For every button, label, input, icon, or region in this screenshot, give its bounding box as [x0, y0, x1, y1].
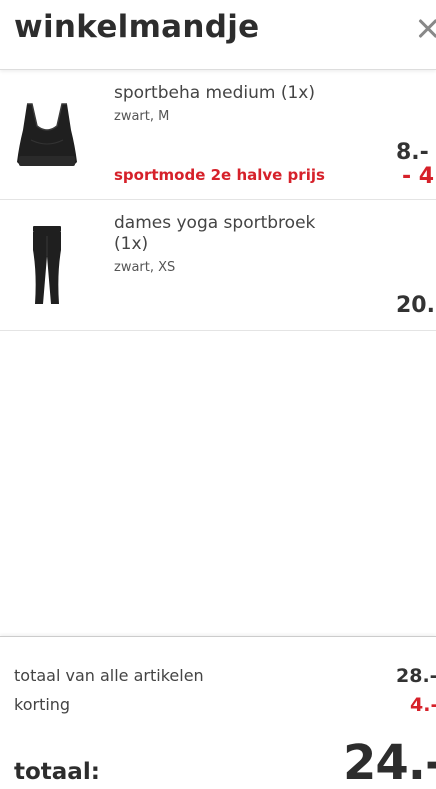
total-value: 24.-: [343, 735, 436, 789]
cart-item[interactable]: dames yoga sportbroek (1x) zwart, XS 20.…: [0, 200, 436, 331]
cart-header: winkelmandje: [0, 0, 436, 70]
cart-item[interactable]: sportbeha medium (1x) zwart, M 8.- sport…: [0, 70, 436, 200]
product-name[interactable]: dames yoga sportbroek (1x): [114, 213, 344, 255]
cart-summary: totaal van alle artikelen 28.- korting 4…: [0, 636, 436, 789]
subtotal-value: 28.-: [396, 665, 436, 687]
product-variant: zwart, XS: [114, 260, 176, 275]
product-price: 20.-: [396, 293, 436, 318]
yoga-pants-image: [33, 226, 61, 304]
product-name[interactable]: sportbeha medium (1x): [114, 83, 344, 104]
product-variant: zwart, M: [114, 109, 170, 124]
discount-label: korting: [14, 695, 71, 714]
total-label: totaal:: [14, 759, 100, 785]
product-price: 8.-: [396, 140, 429, 165]
promo-label: sportmode 2e halve prijs: [114, 166, 325, 184]
page-title: winkelmandje: [14, 9, 260, 45]
product-discount: - 4.-: [402, 164, 436, 189]
discount-value: 4.-: [410, 694, 436, 716]
sports-bra-image: [17, 103, 77, 166]
subtotal-label: totaal van alle artikelen: [14, 666, 204, 685]
close-icon[interactable]: [413, 14, 436, 44]
